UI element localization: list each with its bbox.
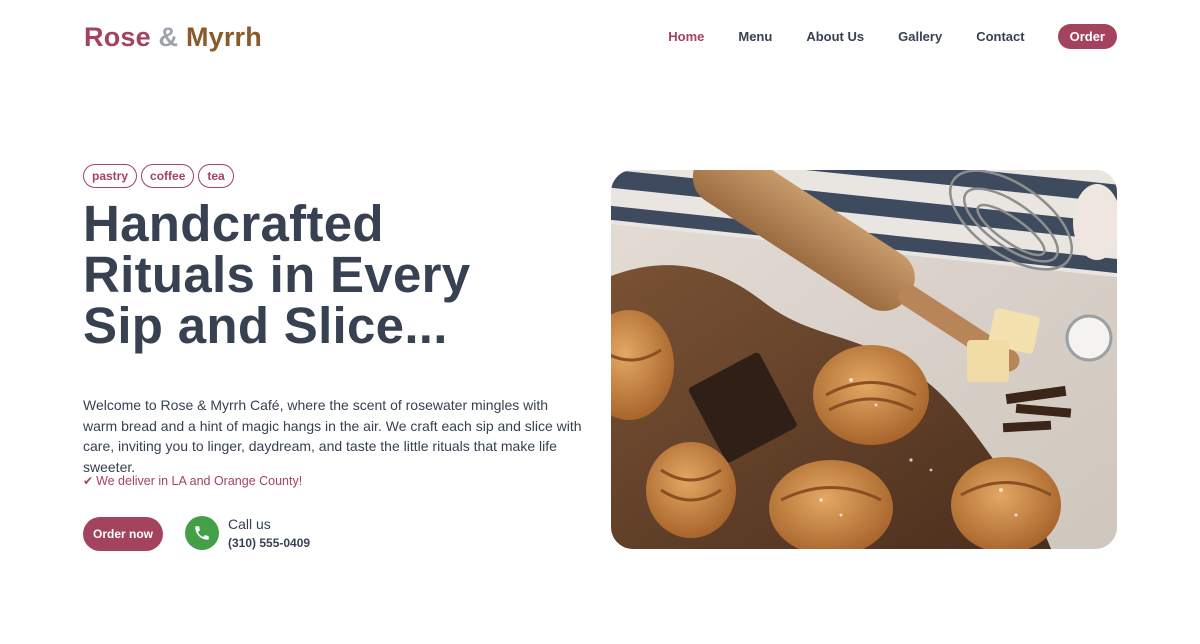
hero-pastry-image <box>611 170 1117 549</box>
check-icon: ✔ <box>83 474 94 488</box>
nav-home[interactable]: Home <box>668 29 704 44</box>
order-now-button[interactable]: Order now <box>83 517 163 551</box>
delivery-note: ✔ We deliver in LA and Orange County! <box>83 474 302 488</box>
tag-list: pastry coffee tea <box>83 164 234 188</box>
main-nav: Home Menu About Us Gallery Contact Order <box>634 24 1117 49</box>
call-text: Call us (310) 555-0409 <box>228 516 310 550</box>
brand-logo[interactable]: Rose & Myrrh <box>84 22 262 53</box>
call-us[interactable]: Call us (310) 555-0409 <box>185 516 310 550</box>
delivery-text: We deliver in LA and Orange County! <box>96 474 303 488</box>
headline-line-1: Handcrafted <box>83 195 384 252</box>
nav-menu[interactable]: Menu <box>738 29 772 44</box>
call-label: Call us <box>228 516 271 532</box>
tag-coffee[interactable]: coffee <box>141 164 195 188</box>
brand-word-2: Myrrh <box>185 22 262 52</box>
headline-line-3: Sip and Slice... <box>83 297 448 354</box>
brand-ampersand: & <box>158 22 179 52</box>
hero-intro: Welcome to Rose & Myrrh Café, where the … <box>83 397 582 475</box>
brand-word-1: Rose <box>84 22 151 52</box>
nav-about-us[interactable]: About Us <box>806 29 864 44</box>
tag-tea[interactable]: tea <box>198 164 234 188</box>
phone-icon[interactable] <box>185 516 219 550</box>
headline-line-2: Rituals in Every <box>83 246 471 303</box>
tag-pastry[interactable]: pastry <box>83 164 138 188</box>
hero-headline: Handcrafted Rituals in Every Sip and Sli… <box>83 198 553 351</box>
nav-gallery[interactable]: Gallery <box>898 29 942 44</box>
nav-order-button[interactable]: Order <box>1057 24 1117 49</box>
phone-number[interactable]: (310) 555-0409 <box>228 536 310 550</box>
nav-contact[interactable]: Contact <box>976 29 1024 44</box>
